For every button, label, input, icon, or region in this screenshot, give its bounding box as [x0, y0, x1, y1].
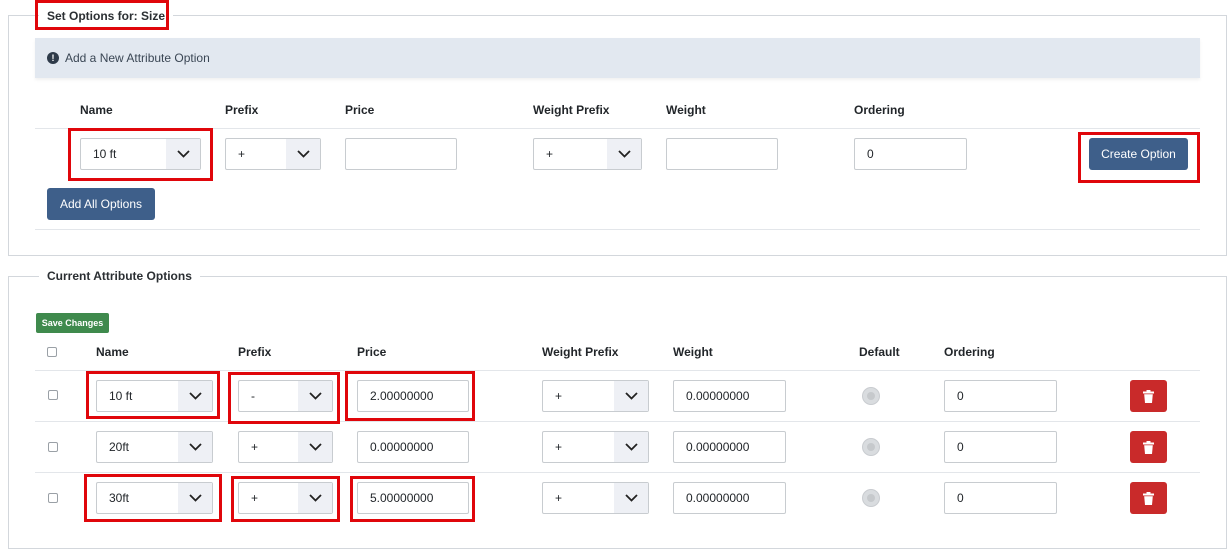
- chevron-down-icon: [178, 483, 212, 513]
- chevron-down-icon: [298, 381, 332, 411]
- divider: [35, 421, 1200, 422]
- row-price-input[interactable]: 5.00000000: [357, 482, 469, 514]
- select-value: +: [555, 389, 563, 403]
- select-value: 30ft: [109, 491, 130, 505]
- select-value: 10 ft: [109, 389, 133, 403]
- header-weight-prefix: Weight Prefix: [542, 345, 619, 359]
- select-value: 10 ft: [93, 147, 117, 161]
- select-value: +: [555, 440, 563, 454]
- default-radio[interactable]: [862, 387, 880, 405]
- new-option-price-input[interactable]: [345, 138, 457, 170]
- row-price-input[interactable]: 0.00000000: [357, 431, 469, 463]
- select-value: +: [251, 491, 259, 505]
- save-changes-button[interactable]: Save Changes: [36, 313, 109, 333]
- current-options-legend: Current Attribute Options: [39, 268, 200, 284]
- trash-icon: [1143, 389, 1154, 403]
- create-option-button[interactable]: Create Option: [1089, 138, 1188, 170]
- row-weight-prefix-select[interactable]: +: [542, 482, 649, 514]
- row-ordering-input[interactable]: 0: [944, 482, 1057, 514]
- row-ordering-input[interactable]: 0: [944, 431, 1057, 463]
- chevron-down-icon: [178, 381, 212, 411]
- trash-icon: [1143, 440, 1154, 454]
- chevron-down-icon: [614, 432, 648, 462]
- chevron-down-icon: [607, 139, 641, 169]
- chevron-down-icon: [298, 483, 332, 513]
- row-price-input[interactable]: 2.00000000: [357, 380, 469, 412]
- chevron-down-icon: [166, 139, 200, 169]
- header-ordering: Ordering: [944, 345, 995, 359]
- chevron-down-icon: [298, 432, 332, 462]
- select-value: +: [555, 491, 563, 505]
- chevron-down-icon: [286, 139, 320, 169]
- chevron-down-icon: [614, 483, 648, 513]
- header-prefix: Prefix: [238, 345, 272, 359]
- chevron-down-icon: [178, 432, 212, 462]
- header-price: Price: [357, 345, 387, 359]
- new-option-weight-prefix-select[interactable]: +: [533, 138, 642, 170]
- row-weight-input[interactable]: 0.00000000: [673, 431, 786, 463]
- row-prefix-select[interactable]: +: [238, 482, 333, 514]
- info-bar: ! Add a New Attribute Option: [35, 38, 1200, 78]
- header-prefix: Prefix: [225, 103, 259, 117]
- row-prefix-select[interactable]: -: [238, 380, 333, 412]
- default-radio[interactable]: [862, 438, 880, 456]
- row-weight-input[interactable]: 0.00000000: [673, 380, 786, 412]
- row-prefix-select[interactable]: +: [238, 431, 333, 463]
- row-name-select[interactable]: 10 ft: [96, 380, 213, 412]
- header-name: Name: [80, 103, 113, 117]
- select-value: 20ft: [109, 440, 130, 454]
- row-weight-prefix-select[interactable]: +: [542, 431, 649, 463]
- delete-button[interactable]: [1130, 380, 1167, 412]
- select-value: -: [251, 389, 255, 403]
- divider: [35, 472, 1200, 473]
- new-option-weight-input[interactable]: [666, 138, 778, 170]
- row-ordering-input[interactable]: 0: [944, 380, 1057, 412]
- header-name: Name: [96, 345, 129, 359]
- trash-icon: [1143, 491, 1154, 505]
- select-all-checkbox[interactable]: [47, 347, 57, 357]
- divider: [35, 370, 1200, 371]
- info-text: Add a New Attribute Option: [65, 51, 210, 65]
- row-weight-prefix-select[interactable]: +: [542, 380, 649, 412]
- chevron-down-icon: [614, 381, 648, 411]
- header-weight: Weight: [666, 103, 706, 117]
- select-value: +: [251, 440, 259, 454]
- default-radio[interactable]: [862, 489, 880, 507]
- new-option-prefix-select[interactable]: +: [225, 138, 321, 170]
- divider: [35, 229, 1200, 230]
- header-weight: Weight: [673, 345, 713, 359]
- row-weight-input[interactable]: 0.00000000: [673, 482, 786, 514]
- row-name-select[interactable]: 30ft: [96, 482, 213, 514]
- divider: [35, 128, 1200, 129]
- row-checkbox[interactable]: [48, 442, 58, 452]
- delete-button[interactable]: [1130, 431, 1167, 463]
- add-all-options-button[interactable]: Add All Options: [47, 188, 155, 220]
- row-checkbox[interactable]: [48, 390, 58, 400]
- header-default: Default: [859, 345, 900, 359]
- delete-button[interactable]: [1130, 482, 1167, 514]
- row-checkbox[interactable]: [48, 493, 58, 503]
- select-value: +: [546, 147, 554, 161]
- info-circle-icon: !: [47, 52, 59, 64]
- header-price: Price: [345, 103, 375, 117]
- new-option-ordering-input[interactable]: 0: [854, 138, 967, 170]
- set-options-legend: Set Options for: Size: [39, 8, 174, 24]
- header-ordering: Ordering: [854, 103, 905, 117]
- header-weight-prefix: Weight Prefix: [533, 103, 610, 117]
- select-value: +: [238, 147, 246, 161]
- row-name-select[interactable]: 20ft: [96, 431, 213, 463]
- new-option-name-select[interactable]: 10 ft: [80, 138, 201, 170]
